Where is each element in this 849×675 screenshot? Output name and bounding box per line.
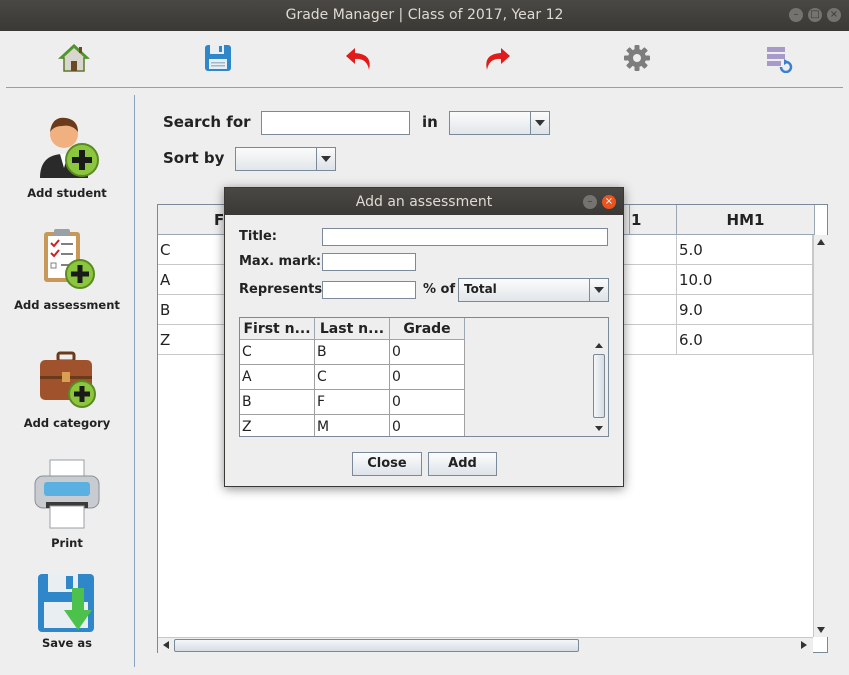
search-label: Search for — [163, 113, 251, 131]
table-cell[interactable]: 9.0 — [677, 295, 813, 325]
printer-icon — [34, 459, 100, 529]
sidebar-item-label: Save as — [42, 636, 92, 650]
column-header-hm1[interactable]: HM1 — [677, 205, 815, 235]
search-column-select[interactable] — [449, 111, 550, 135]
max-mark-input[interactable] — [322, 253, 416, 271]
print-button[interactable]: Print — [0, 458, 134, 550]
horizontal-scroll-thumb[interactable] — [174, 639, 579, 652]
add-button[interactable]: Add — [428, 452, 497, 476]
chevron-down-icon[interactable] — [530, 112, 549, 134]
add-student-icon — [40, 117, 99, 178]
sidebar-item-label: Print — [51, 536, 83, 550]
window-title-bar[interactable]: Grade Manager | Class of 2017, Year 12 –… — [0, 0, 849, 31]
in-label: in — [422, 113, 438, 131]
close-icon[interactable]: × — [602, 195, 616, 209]
title-label: Title: — [239, 229, 278, 244]
undo-button[interactable] — [339, 38, 379, 78]
add-assessment-button[interactable]: Add assessment — [0, 226, 134, 312]
window-title: Grade Manager | Class of 2017, Year 12 — [285, 7, 564, 23]
vertical-scrollbar[interactable] — [813, 235, 828, 637]
column-header-grade[interactable]: Grade — [390, 318, 465, 340]
sidebar-item-label: Add assessment — [14, 298, 120, 312]
add-category-button[interactable]: Add category — [0, 350, 134, 430]
represents-input[interactable] — [322, 281, 416, 299]
sort-label: Sort by — [163, 149, 225, 167]
dialog-title: Add an assessment — [355, 194, 493, 210]
sidebar-separator — [134, 95, 135, 667]
minimize-icon[interactable]: – — [789, 8, 803, 22]
save-as-button[interactable]: Save as — [0, 572, 134, 650]
minimize-icon[interactable]: – — [583, 195, 597, 209]
table-cell[interactable]: 0 — [390, 365, 465, 390]
vertical-scrollbar[interactable] — [592, 340, 607, 436]
column-header-hidden[interactable]: 1 — [630, 205, 677, 235]
redo-button[interactable] — [477, 38, 517, 78]
scroll-down-icon[interactable] — [817, 627, 825, 633]
dialog-title-bar[interactable]: Add an assessment – × — [225, 188, 623, 215]
save-as-icon — [38, 574, 94, 632]
table-cell[interactable]: 0 — [390, 390, 465, 415]
percent-of-select[interactable]: Total — [458, 278, 609, 302]
table-cell[interactable]: B — [315, 340, 390, 365]
scroll-up-icon[interactable] — [817, 239, 825, 245]
table-cell[interactable]: M — [315, 415, 390, 436]
column-header-first-name[interactable]: First n... — [240, 318, 315, 340]
sort-select[interactable] — [235, 147, 336, 171]
table-cell[interactable]: C — [315, 365, 390, 390]
table-cell[interactable]: F — [315, 390, 390, 415]
percent-of-label: % of — [423, 282, 456, 297]
table-cell[interactable]: C — [240, 340, 315, 365]
add-student-button[interactable]: Add student — [0, 110, 134, 200]
save-icon — [205, 45, 231, 71]
table-cell[interactable]: 5.0 — [677, 235, 813, 265]
toolbar-separator — [6, 87, 843, 88]
scroll-right-icon[interactable] — [801, 641, 807, 649]
refresh-list-button[interactable] — [758, 38, 798, 78]
add-assessment-dialog[interactable]: Add an assessment – × Title: Max. mark: … — [224, 187, 624, 487]
grades-entry-table[interactable]: First n... Last n... Grade C B 0 A C 0 B… — [239, 317, 609, 437]
save-button[interactable] — [198, 38, 238, 78]
search-input[interactable] — [261, 111, 410, 135]
table-cell[interactable]: 6.0 — [677, 325, 813, 355]
settings-icon — [624, 45, 650, 71]
close-button[interactable]: Close — [352, 452, 422, 476]
undo-icon — [346, 48, 370, 70]
represents-label: Represents — [239, 282, 323, 297]
add-assessment-icon — [44, 229, 95, 289]
redo-icon — [486, 48, 510, 70]
vertical-scroll-thumb[interactable] — [593, 354, 605, 418]
close-icon[interactable]: × — [827, 8, 841, 22]
sidebar-item-label: Add student — [27, 186, 107, 200]
refresh-list-icon — [767, 47, 793, 73]
add-category-icon — [40, 351, 96, 408]
chevron-down-icon[interactable] — [316, 148, 335, 170]
scroll-up-icon[interactable] — [595, 343, 603, 348]
table-cell[interactable]: A — [240, 365, 315, 390]
home-icon — [58, 43, 90, 72]
sidebar-item-label: Add category — [23, 416, 111, 430]
table-cell[interactable]: 0 — [390, 415, 465, 436]
table-cell[interactable]: B — [240, 390, 315, 415]
max-mark-label: Max. mark: — [239, 254, 322, 269]
scroll-left-icon[interactable] — [163, 641, 169, 649]
maximize-icon[interactable]: □ — [808, 8, 822, 22]
horizontal-scrollbar[interactable] — [158, 637, 813, 653]
chevron-down-icon[interactable] — [589, 279, 608, 301]
table-cell[interactable]: 0 — [390, 340, 465, 365]
title-input[interactable] — [322, 228, 608, 246]
scroll-down-icon[interactable] — [595, 426, 603, 431]
column-header-last-name[interactable]: Last n... — [315, 318, 390, 340]
table-cell[interactable]: 10.0 — [677, 265, 813, 295]
home-button[interactable] — [54, 38, 94, 78]
settings-button[interactable] — [617, 38, 657, 78]
table-cell[interactable]: Z — [240, 415, 315, 436]
